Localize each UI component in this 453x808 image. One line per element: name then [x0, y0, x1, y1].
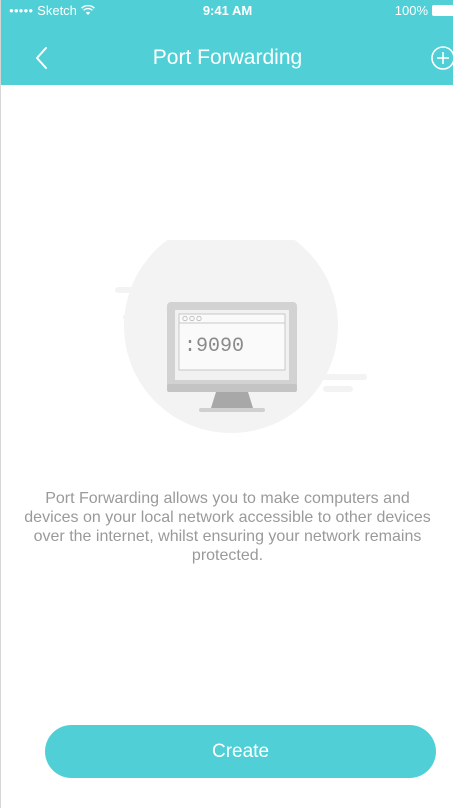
add-button[interactable]: [429, 44, 453, 72]
feature-description: Port Forwarding allows you to make compu…: [24, 490, 431, 564]
battery-icon: [432, 5, 453, 16]
status-time: 9:41 AM: [202, 3, 253, 18]
header: ●●●●● Sketch 9:41 AM 100% Port Forwardin…: [1, 0, 453, 85]
plus-circle-icon: [431, 46, 453, 70]
port-number-text: :9090: [184, 335, 244, 358]
page-title: Port Forwarding: [152, 46, 303, 69]
create-button[interactable]: Create: [45, 725, 436, 778]
battery-percentage: 100%: [394, 3, 428, 18]
port-forwarding-screen: ●●●●● Sketch 9:41 AM 100% Port Forwardin…: [0, 0, 453, 808]
status-bar: ●●●●● Sketch 9:41 AM 100%: [1, 0, 453, 22]
nav-bar: Port Forwarding: [1, 36, 453, 82]
status-right: 100%: [395, 3, 453, 18]
computer-illustration: :9090: [101, 219, 381, 440]
monitor-icon: :9090: [115, 219, 367, 433]
